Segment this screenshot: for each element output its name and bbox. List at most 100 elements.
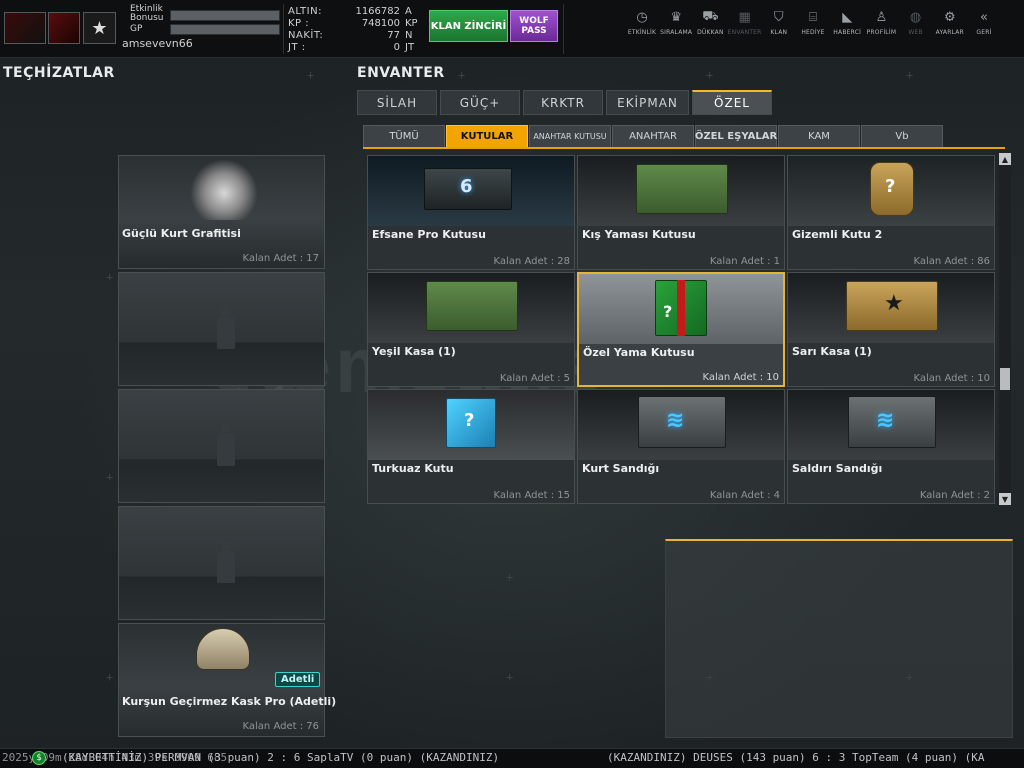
- item-image: ≋: [788, 390, 994, 460]
- subtab-etc[interactable]: Vb: [861, 125, 943, 148]
- nav-profile[interactable]: ♙ PROFİLİM: [863, 8, 899, 37]
- nav-label: GERİ: [976, 29, 992, 36]
- top-bar: ★ Etkinlik Bonusu GP amsevevn66 ALTIN: 1…: [0, 0, 1024, 58]
- scroll-up-icon[interactable]: ▲: [999, 153, 1011, 165]
- inventory-item[interactable]: 6 Efsane Pro Kutusu Kalan Adet : 28: [367, 155, 575, 270]
- wolf-glow-icon: ≋: [876, 408, 895, 433]
- nav-clan[interactable]: ⛉ KLAN: [761, 8, 797, 37]
- inventory-title: ENVANTER: [357, 65, 445, 81]
- nav-back[interactable]: « GERİ: [966, 8, 1002, 37]
- clan-emblem[interactable]: [48, 12, 80, 44]
- nav-gear[interactable]: ⚙ AYARLAR: [932, 8, 968, 37]
- inventory-item[interactable]: ? Turkuaz Kutu Kalan Adet : 15: [367, 389, 575, 504]
- quantity-badge: Adetli: [275, 672, 321, 687]
- clock-icon: ◷: [636, 9, 648, 25]
- nav-cart[interactable]: ⛟ DÜKKAN: [692, 8, 728, 37]
- nav-web[interactable]: ◍ WEB: [898, 8, 934, 37]
- tab-equipment[interactable]: EKİPMAN: [606, 90, 689, 115]
- username: amsevevn66: [122, 37, 193, 50]
- nav-rank[interactable]: ♛ SIRALAMA: [658, 8, 694, 37]
- currency-unit: N: [405, 30, 413, 41]
- item-name: Efsane Pro Kutusu: [372, 228, 486, 241]
- inventory-item-selected[interactable]: ? Özel Yama Kutusu Kalan Adet : 10: [577, 272, 785, 387]
- inventory-icon: ▦: [738, 9, 751, 25]
- decor-plus: +: [106, 270, 114, 284]
- item-count: Kalan Adet : 28: [493, 256, 570, 267]
- inventory-scrollbar[interactable]: [999, 153, 1011, 505]
- inventory-item[interactable]: ? Gizemli Kutu 2 Kalan Adet : 86: [787, 155, 995, 270]
- item-image: ?: [579, 274, 783, 344]
- inventory-item[interactable]: ≋ Saldırı Sandığı Kalan Adet : 2: [787, 389, 995, 504]
- nav-label: SIRALAMA: [660, 29, 693, 36]
- inventory-item[interactable]: ★ Sarı Kasa (1) Kalan Adet : 10: [787, 272, 995, 387]
- item-count: Kalan Adet : 2: [919, 490, 990, 501]
- tab-special[interactable]: ÖZEL: [692, 90, 772, 115]
- gp-bar: [170, 24, 280, 35]
- clan-chain-button[interactable]: KLAN ZİNCİRİ: [429, 10, 508, 42]
- inventory-item[interactable]: Kış Yaması Kutusu Kalan Adet : 1: [577, 155, 785, 270]
- item-image: 6: [368, 156, 574, 226]
- equipment-title: TEÇHİZATLAR: [3, 65, 115, 81]
- nav-label: KLAN: [770, 29, 788, 36]
- nav-label: WEB: [908, 29, 923, 36]
- equip-slot-graffiti[interactable]: Güçlü Kurt Grafitisi Kalan Adet : 17: [118, 155, 325, 269]
- subtab-key[interactable]: ANAHTAR: [612, 125, 694, 148]
- equip-slot-empty[interactable]: [118, 506, 325, 620]
- item-name: Saldırı Sandığı: [792, 462, 883, 475]
- profile-icon: ♙: [875, 9, 888, 25]
- decor-plus: +: [458, 68, 466, 82]
- inventory-subtabs: TÜMÜ KUTULAR ANAHTAR KUTUSU ANAHTAR ÖZEL…: [363, 125, 943, 148]
- inventory-item[interactable]: Yeşil Kasa (1) Kalan Adet : 5: [367, 272, 575, 387]
- clan-icon: ⛉: [773, 9, 784, 25]
- inventory-tabs: SİLAH GÜÇ+ KRKTR EKİPMAN ÖZEL: [357, 90, 772, 115]
- item-detail-panel: [665, 539, 1013, 738]
- decor-plus: +: [906, 68, 914, 82]
- cart-icon: ⛟: [702, 8, 719, 24]
- nav-label: ETKİNLİK: [627, 29, 657, 36]
- gift-ribbon: [677, 280, 685, 336]
- decor-plus: +: [106, 470, 114, 484]
- event-bonus-label: Etkinlik Bonusu: [130, 4, 164, 23]
- subtab-key-box[interactable]: ANAHTAR KUTUSU: [529, 125, 611, 148]
- item-name: Kurt Sandığı: [582, 462, 660, 475]
- item-count: Kalan Adet : 1: [709, 256, 780, 267]
- inventory-item[interactable]: ≋ Kurt Sandığı Kalan Adet : 4: [577, 389, 785, 504]
- ticker-message: (KAZANDINIZ) DEUSES (143 puan) 6 : 3 Top…: [607, 751, 985, 764]
- tab-character[interactable]: KRKTR: [523, 90, 603, 115]
- item-name: Sarı Kasa (1): [792, 345, 872, 358]
- scroll-thumb[interactable]: [1000, 368, 1010, 390]
- item-image: ?: [368, 390, 574, 460]
- wolf-pass-button[interactable]: WOLF PASS: [510, 10, 558, 42]
- item-count: Kalan Adet : 5: [499, 373, 570, 384]
- spray-can-icon: [215, 307, 237, 349]
- tab-power[interactable]: GÜÇ+: [440, 90, 520, 115]
- star-icon: ★: [884, 291, 904, 316]
- nav-label: AYARLAR: [935, 29, 964, 36]
- subtab-special-items[interactable]: ÖZEL EŞYALAR: [695, 125, 777, 148]
- equip-slot-empty[interactable]: [118, 272, 325, 386]
- equip-slot-empty[interactable]: [118, 389, 325, 503]
- nav-clock[interactable]: ◷ ETKİNLİK: [624, 8, 660, 37]
- item-count: Kalan Adet : 10: [702, 372, 779, 383]
- subtab-boxes[interactable]: KUTULAR: [446, 125, 528, 148]
- nav-megaphone[interactable]: ◣ HABERCİ: [829, 8, 865, 37]
- nav-label: ENVANTER: [727, 29, 762, 36]
- nav-inventory[interactable]: ▦ ENVANTER: [727, 8, 763, 37]
- gear-icon: ⚙: [943, 9, 956, 25]
- question-mark-icon: ?: [663, 302, 673, 321]
- nav-gift[interactable]: ⌸ HEDİYE: [795, 8, 831, 37]
- equip-slot-helmet[interactable]: Adetli Kurşun Geçirmez Kask Pro (Adetli)…: [118, 623, 336, 737]
- currency-label: ALTIN:: [288, 6, 322, 17]
- item-count: Kalan Adet : 10: [913, 373, 990, 384]
- item-image: [578, 156, 784, 226]
- subtab-cam[interactable]: KAM: [778, 125, 860, 148]
- item-image: [368, 273, 574, 343]
- tab-weapon[interactable]: SİLAH: [357, 90, 437, 115]
- cash-value: 77: [387, 30, 400, 41]
- subtab-all[interactable]: TÜMÜ: [363, 125, 445, 148]
- web-icon: ◍: [909, 9, 922, 25]
- rank-star-icon[interactable]: ★: [83, 12, 116, 44]
- question-mark-icon: ?: [885, 176, 896, 197]
- scroll-down-icon[interactable]: ▼: [999, 493, 1011, 505]
- back-icon: «: [980, 9, 988, 25]
